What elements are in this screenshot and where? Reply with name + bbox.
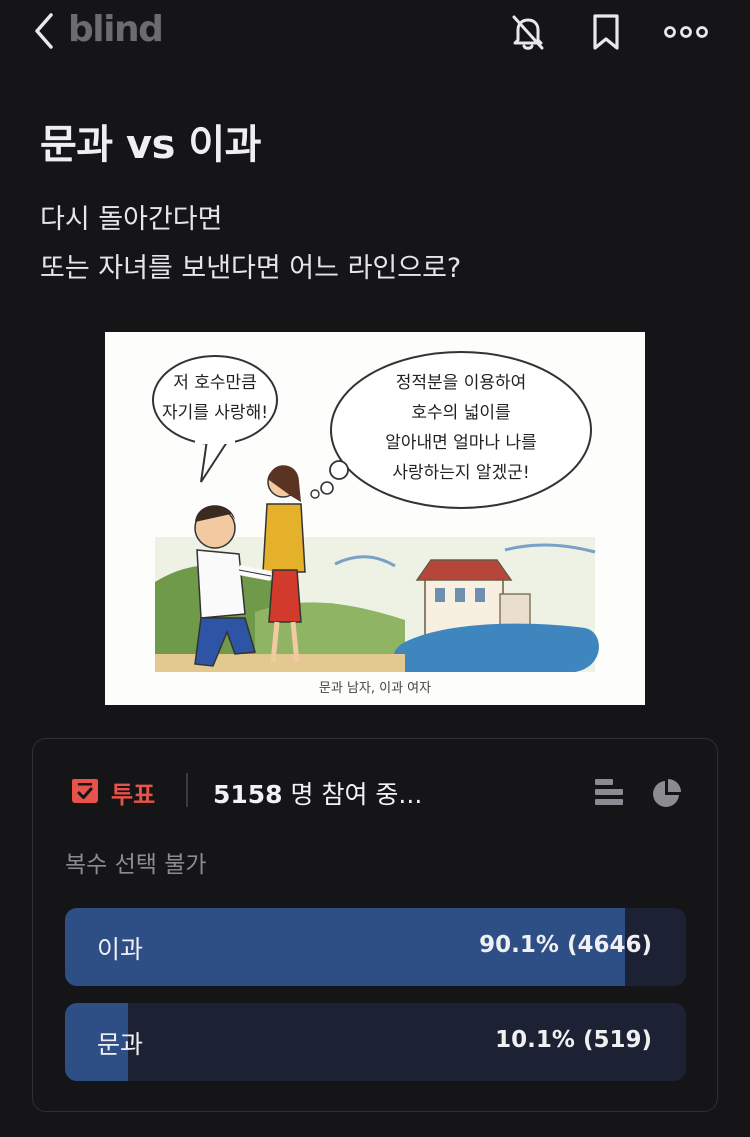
header-divider [186, 773, 188, 807]
ballot-box-icon [72, 779, 98, 803]
poll-participants: 5158 명 참여 중... [213, 775, 422, 811]
post-image[interactable]: 저 호수만큼 자기를 사랑해! 정적분을 이용하여 호수의 넓이를 알아내면 얼… [105, 332, 645, 705]
poll-option[interactable]: 이과 90.1% (4646) [65, 908, 686, 986]
chevron-left-icon [35, 13, 53, 49]
app-logo[interactable]: blind [68, 9, 164, 50]
bubble-left-line: 저 호수만큼 [173, 373, 257, 393]
multi-select-note: 복수 선택 불가 [65, 852, 207, 878]
post-body-line: 다시 돌아간다면 [40, 204, 223, 235]
post-body-line: 또는 자녀를 보낸다면 어느 라인으로? [40, 253, 462, 284]
post-body: 다시 돌아간다면 또는 자녀를 보낸다면 어느 라인으로? [40, 195, 461, 293]
bubble-left-line: 자기를 사랑해! [162, 403, 268, 423]
bookmark-icon [593, 14, 619, 50]
poll-label: 투표 [111, 781, 156, 809]
image-caption: 문과 남자, 이과 여자 [319, 681, 431, 696]
back-button[interactable] [28, 10, 60, 52]
poll-option-result: 10.1% (519) [495, 1027, 652, 1053]
poll-card: 투표 5158 명 참여 중... 복수 선택 불가 이과 90.1% (464… [32, 738, 718, 1112]
participants-count: 5158 [213, 780, 283, 809]
bubble-right-line: 사랑하는지 알겠군! [392, 463, 529, 483]
post-title: 문과 vs 이과 [40, 122, 261, 168]
poll-option-label: 이과 [97, 935, 144, 964]
bell-off-icon [512, 15, 544, 50]
bubble-right-line: 알아내면 얼마나 나를 [385, 433, 537, 453]
poll-option[interactable]: 문과 10.1% (519) [65, 1003, 686, 1081]
notification-off-button[interactable] [506, 10, 550, 54]
poll-option-result: 90.1% (4646) [479, 932, 652, 958]
more-options-button[interactable] [664, 10, 708, 54]
poll-header: 투표 5158 명 참여 중... [33, 739, 717, 839]
bar-view-icon[interactable] [593, 777, 625, 807]
poll-option-label: 문과 [97, 1030, 144, 1059]
pie-view-icon[interactable] [651, 777, 683, 809]
more-icon [664, 26, 708, 38]
cartoon-illustration: 저 호수만큼 자기를 사랑해! 정적분을 이용하여 호수의 넓이를 알아내면 얼… [152, 351, 599, 696]
top-bar: blind [0, 0, 750, 64]
bubble-right-line: 정적분을 이용하여 [396, 373, 527, 393]
participants-suffix: 명 참여 중... [282, 780, 423, 809]
bookmark-button[interactable] [584, 10, 628, 54]
bubble-right-line: 호수의 넓이를 [411, 403, 510, 423]
